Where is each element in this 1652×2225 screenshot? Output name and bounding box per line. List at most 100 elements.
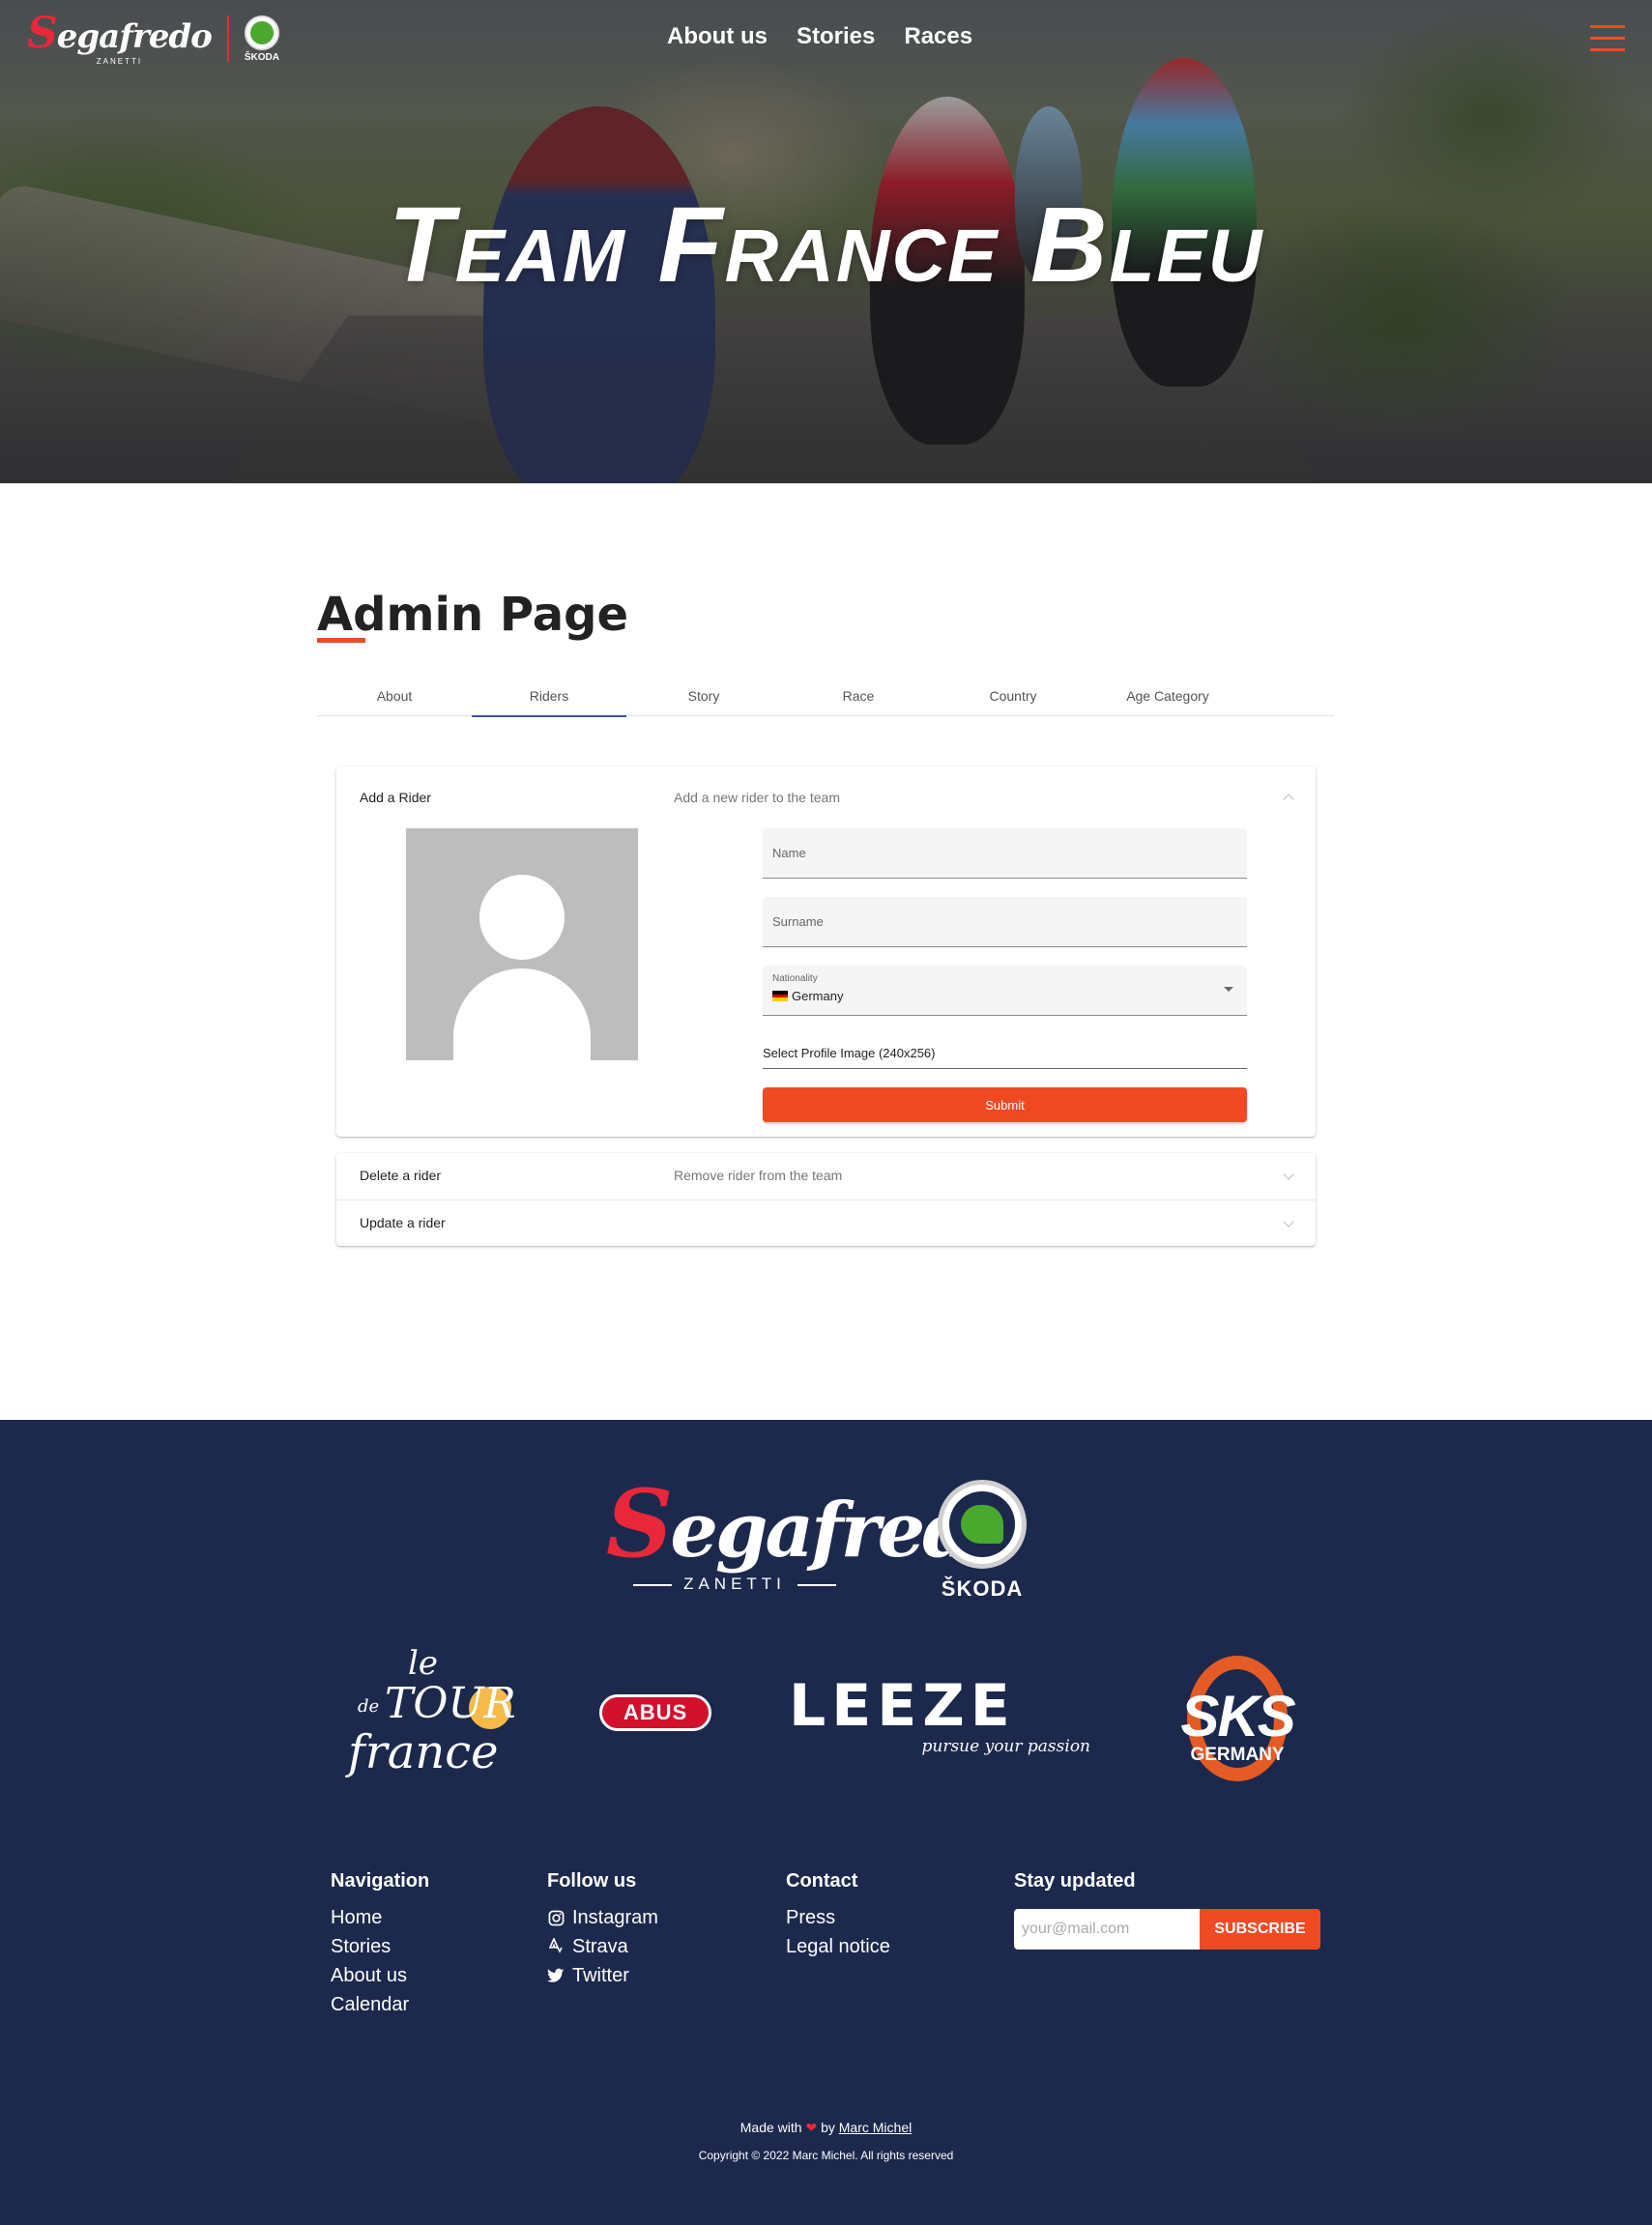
newsletter-email-input[interactable] xyxy=(1014,1909,1200,1950)
author-link[interactable]: Marc Michel xyxy=(839,2120,912,2135)
footer-link-calendar[interactable]: Calendar xyxy=(331,1993,429,2016)
skoda-wordmark: ŠKODA xyxy=(244,51,279,63)
footer-link-strava[interactable]: Strava xyxy=(547,1935,658,1958)
nationality-value: Germany xyxy=(792,989,844,1003)
tdf-tour: TOUR xyxy=(385,1679,516,1728)
footer-link-home[interactable]: Home xyxy=(331,1906,429,1929)
nav-about-us[interactable]: About us xyxy=(667,23,768,50)
tab-about[interactable]: About xyxy=(317,675,472,716)
nationality-selected: Germany xyxy=(772,989,843,1003)
made-with-prefix: Made with xyxy=(739,2120,802,2135)
name-input[interactable] xyxy=(763,828,1247,878)
footer-skoda-wordmark: ŠKODA xyxy=(941,1576,1024,1601)
footer-link-twitter[interactable]: Twitter xyxy=(547,1964,658,1987)
subscribe-button[interactable]: SUBSCRIBE xyxy=(1200,1909,1320,1950)
expand-chevron-icon[interactable] xyxy=(1283,1216,1294,1228)
footer-navigation: Navigation Home Stories About us Calenda… xyxy=(331,1870,429,2022)
add-rider-title[interactable]: Add a Rider xyxy=(360,790,431,805)
follow-heading: Follow us xyxy=(547,1870,637,1892)
name-field xyxy=(763,828,1247,879)
footer-skoda-logo[interactable]: ŠKODA xyxy=(938,1480,1027,1602)
strava-icon xyxy=(547,1938,565,1955)
surname-field xyxy=(763,897,1247,947)
update-rider-title: Update a rider xyxy=(360,1215,446,1230)
nationality-label: Nationality xyxy=(772,973,818,984)
segafredo-sub: ZANETTI xyxy=(96,56,143,66)
copyright: Copyright © 2022 Marc Michel. All rights… xyxy=(698,2149,954,2162)
navigation-heading: Navigation xyxy=(331,1870,430,1892)
contact-heading: Contact xyxy=(786,1870,858,1892)
sks-germany-logo[interactable]: SKS GERMANY xyxy=(1166,1656,1309,1781)
profile-image-picker[interactable]: Select Profile Image (240x256) xyxy=(763,1046,1247,1069)
delete-rider-title: Delete a rider xyxy=(360,1168,442,1183)
avatar-placeholder-icon xyxy=(479,875,565,960)
footer-contact: Contact Press Legal notice xyxy=(786,1870,890,1964)
footer: Segafredo ZANETTI ŠKODA le de TOUR franc… xyxy=(0,1420,1652,2225)
avatar-placeholder-body xyxy=(453,968,591,1060)
skoda-emblem-icon xyxy=(938,1480,1027,1569)
nav-stories[interactable]: Stories xyxy=(797,23,875,50)
tab-country[interactable]: Country xyxy=(936,675,1090,716)
nationality-select[interactable]: Nationality Germany xyxy=(763,966,1247,1016)
tdf-france: france xyxy=(348,1725,499,1779)
title-accent xyxy=(317,638,365,643)
submit-button[interactable]: Submit xyxy=(763,1087,1247,1122)
tab-age-category[interactable]: Age Category xyxy=(1090,675,1245,716)
tab-race[interactable]: Race xyxy=(781,675,936,716)
add-rider-panel: Add a Rider Add a new rider to the team … xyxy=(336,766,1316,1137)
instagram-label: Instagram xyxy=(572,1906,658,1928)
footer-link-about-us[interactable]: About us xyxy=(331,1964,429,1987)
header-logo[interactable]: Segafredo ZANETTI ŠKODA xyxy=(27,12,279,66)
tab-riders[interactable]: Riders xyxy=(472,675,626,717)
footer-segafredo-sub: ZANETTI xyxy=(606,1575,863,1594)
heart-icon: ❤ xyxy=(805,2120,818,2135)
made-with-by: by xyxy=(821,2120,835,2135)
rider-actions-panel: Delete a rider Remove rider from the tea… xyxy=(336,1153,1316,1246)
footer-link-instagram[interactable]: Instagram xyxy=(547,1906,658,1929)
footer-link-stories[interactable]: Stories xyxy=(331,1935,429,1958)
leeze-wordmark: LEEZE xyxy=(789,1672,1016,1740)
tdf-le: le xyxy=(408,1644,438,1683)
twitter-label: Twitter xyxy=(572,1964,629,1986)
footer-link-press[interactable]: Press xyxy=(786,1906,890,1929)
expand-chevron-icon[interactable] xyxy=(1283,1169,1294,1180)
germany-flag-icon xyxy=(772,991,788,1002)
page-title: Admin Page xyxy=(317,588,629,642)
leeze-tagline: pursue your passion xyxy=(921,1737,1091,1756)
dropdown-arrow-icon xyxy=(1224,987,1233,992)
admin-tabs: About Riders Story Race Country Age Cate… xyxy=(317,675,1334,717)
footer-newsletter: Stay updated xyxy=(1014,1870,1136,1906)
profile-image-preview xyxy=(406,828,638,1060)
delete-rider-description: Remove rider from the team xyxy=(674,1168,843,1183)
menu-icon[interactable] xyxy=(1590,25,1625,52)
made-with-credit: Made with ❤ by Marc Michel xyxy=(0,2120,1652,2136)
hero-header: Segafredo ZANETTI ŠKODA About us Stories… xyxy=(0,0,1652,483)
instagram-icon xyxy=(547,1909,565,1926)
strava-label: Strava xyxy=(572,1935,628,1957)
tour-de-france-logo[interactable]: le de TOUR france xyxy=(348,1644,522,1789)
segafredo-initial: S xyxy=(27,8,58,58)
hero-title: Team France Bleu xyxy=(388,186,1264,304)
update-rider-row[interactable]: Update a rider xyxy=(336,1199,1316,1246)
footer-segafredo-initial: S xyxy=(606,1469,673,1578)
footer-follow: Follow us Instagram Strava Twitter xyxy=(547,1870,658,1993)
surname-input[interactable] xyxy=(763,897,1247,946)
segafredo-wordmark: egafredo xyxy=(56,16,213,56)
skoda-emblem-icon xyxy=(244,14,279,50)
top-nav: About us Stories Races xyxy=(667,23,972,50)
twitter-icon xyxy=(547,1967,565,1984)
footer-link-legal-notice[interactable]: Legal notice xyxy=(786,1935,890,1958)
nav-races[interactable]: Races xyxy=(904,23,972,50)
tab-story[interactable]: Story xyxy=(626,675,781,716)
skoda-logo: ŠKODA xyxy=(244,14,279,63)
segafredo-logo: Segafredo ZANETTI xyxy=(27,12,213,66)
collapse-chevron-icon[interactable] xyxy=(1283,794,1294,805)
delete-rider-row[interactable]: Delete a rider Remove rider from the tea… xyxy=(336,1153,1316,1199)
tdf-de: de xyxy=(358,1696,380,1717)
footer-segafredo-logo[interactable]: Segafredo ZANETTI xyxy=(606,1478,1023,1594)
sks-sub: GERMANY xyxy=(1190,1745,1285,1765)
abus-logo[interactable]: ABUS xyxy=(599,1694,711,1731)
sks-wordmark: SKS xyxy=(1180,1684,1295,1748)
newsletter-heading: Stay updated xyxy=(1014,1870,1136,1892)
leeze-logo[interactable]: LEEZE pursue your passion xyxy=(789,1677,1090,1756)
